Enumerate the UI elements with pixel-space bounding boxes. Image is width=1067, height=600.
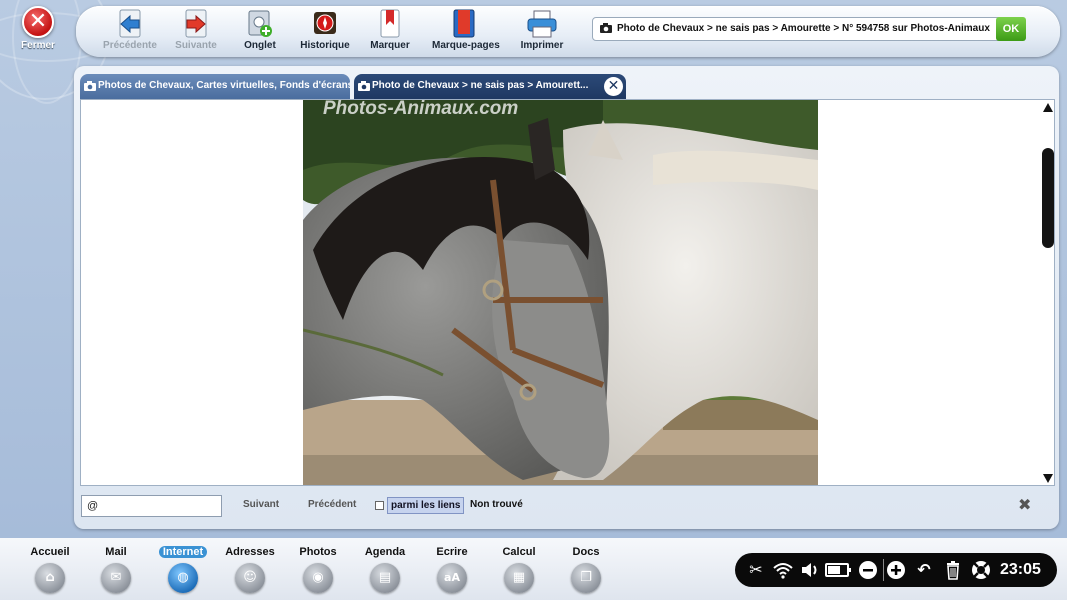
- new-tab-button[interactable]: Onglet: [228, 9, 292, 55]
- calculator-icon: ▦: [504, 563, 534, 593]
- clock: 23:05: [1000, 561, 1041, 578]
- tools-icon[interactable]: ✂: [745, 559, 767, 581]
- print-button[interactable]: Imprimer: [510, 9, 574, 55]
- tab-label: Photo de Chevaux > ne sais pas > Amouret…: [372, 80, 589, 91]
- horse-photo: Photos-Animaux.com: [303, 100, 818, 485]
- dock-label: Adresses: [225, 546, 275, 558]
- dock-agenda[interactable]: Agenda ▤: [352, 542, 418, 593]
- find-next-button[interactable]: Suivant: [243, 499, 279, 510]
- docs-icon: ❐: [571, 563, 601, 593]
- home-icon: ⌂: [35, 563, 65, 593]
- dock-label: Accueil: [30, 546, 70, 558]
- dock-label: Internet: [158, 546, 208, 558]
- tab-photo-amourette[interactable]: Photo de Chevaux > ne sais pas > Amouret…: [354, 74, 626, 99]
- contacts-icon: ☺: [235, 563, 265, 593]
- tab-label: Photos de Chevaux, Cartes virtuelles, Fo…: [98, 80, 350, 91]
- mail-icon: ✉: [101, 563, 131, 593]
- history-compass-icon: [314, 12, 336, 34]
- close-label: Fermer: [21, 40, 55, 51]
- dock-docs[interactable]: Docs ❐: [553, 542, 619, 593]
- go-button[interactable]: OK: [996, 17, 1026, 41]
- camera-favicon-icon: [358, 81, 370, 91]
- vertical-scrollbar[interactable]: [1040, 100, 1054, 485]
- close-find-icon[interactable]: ✖: [1018, 497, 1031, 513]
- tray-divider: [883, 559, 884, 581]
- zoom-out-icon[interactable]: [857, 559, 879, 581]
- back-button[interactable]: Précédente: [98, 9, 162, 55]
- find-bar: @ Suivant Précédent parmi les liens Non …: [80, 493, 1055, 519]
- forward-arrow-icon: [185, 9, 207, 38]
- address-bar[interactable]: Photo de Chevaux > ne sais pas > Amouret…: [592, 17, 999, 41]
- web-content[interactable]: Photos-Animaux.com: [80, 99, 1055, 486]
- dock-accueil[interactable]: Accueil ⌂: [17, 542, 83, 593]
- dock-internet[interactable]: Internet ◍: [150, 542, 216, 593]
- tab-photos-de-chevaux[interactable]: Photos de Chevaux, Cartes virtuelles, Fo…: [80, 74, 350, 99]
- camera-favicon-icon: [600, 23, 612, 33]
- dock-label: Docs: [572, 546, 600, 558]
- camera-icon: ◉: [303, 563, 333, 593]
- bookmark-icon: [380, 9, 400, 38]
- dock-adresses[interactable]: Adresses ☺: [217, 542, 283, 593]
- links-only-checkbox[interactable]: [375, 501, 384, 510]
- app-window: ✕ Fermer Précédente Suivante Onglet Hist…: [0, 0, 1067, 600]
- bookmarks-button[interactable]: Marque-pages: [432, 9, 500, 55]
- new-tab-icon: [248, 10, 272, 37]
- printer-icon: [527, 10, 557, 38]
- system-tray: ✂ ↶ 23:05: [735, 553, 1057, 587]
- close-button[interactable]: ✕ Fermer: [18, 6, 58, 56]
- find-previous-button[interactable]: Précédent: [308, 499, 356, 510]
- forward-button[interactable]: Suivante: [164, 9, 228, 55]
- close-icon: ✕: [22, 6, 54, 38]
- back-arrow-icon: [119, 9, 141, 38]
- dock-label: Ecrire: [436, 546, 468, 558]
- volume-icon[interactable]: [799, 559, 821, 581]
- trash-icon[interactable]: [942, 559, 964, 581]
- new-tab-label: Onglet: [244, 40, 276, 51]
- find-status: Non trouvé: [470, 499, 523, 510]
- scroll-up-icon[interactable]: [1043, 103, 1053, 112]
- find-input[interactable]: @: [81, 495, 222, 517]
- bookmarks-label: Marque-pages: [432, 40, 500, 51]
- zoom-in-icon[interactable]: [885, 559, 907, 581]
- help-lifebuoy-icon[interactable]: [970, 559, 992, 581]
- history-label: Historique: [300, 40, 350, 51]
- close-tab-icon[interactable]: ✕: [604, 77, 623, 96]
- history-button[interactable]: Historique: [293, 9, 357, 55]
- scroll-down-icon[interactable]: [1043, 474, 1053, 483]
- print-label: Imprimer: [520, 40, 564, 51]
- links-only-label[interactable]: parmi les liens: [387, 497, 465, 514]
- browser-toolbar: Précédente Suivante Onglet Historique Ma…: [76, 6, 1060, 57]
- back-label: Précédente: [103, 40, 157, 51]
- scroll-thumb[interactable]: [1042, 148, 1054, 248]
- horses-image: Photos-Animaux.com: [303, 100, 818, 485]
- bookmark-button[interactable]: Marquer: [358, 9, 422, 55]
- forward-label: Suivante: [175, 40, 217, 51]
- dock-calcul[interactable]: Calcul ▦: [486, 542, 552, 593]
- bookmark-label: Marquer: [370, 40, 410, 51]
- watermark-text: Photos-Animaux.com: [323, 100, 518, 119]
- globe-icon: ◍: [168, 563, 198, 593]
- dock-mail[interactable]: Mail ✉: [83, 542, 149, 593]
- wifi-icon[interactable]: [772, 559, 794, 581]
- write-icon: aA: [437, 563, 467, 593]
- address-text: Photo de Chevaux > ne sais pas > Amouret…: [617, 23, 990, 34]
- dock-photos[interactable]: Photos ◉: [285, 542, 351, 593]
- dock-label: Agenda: [364, 546, 406, 558]
- battery-icon[interactable]: [825, 559, 853, 581]
- dock-label: Photos: [299, 546, 337, 558]
- undo-icon[interactable]: ↶: [913, 559, 935, 581]
- dock-ecrire[interactable]: Ecrire aA: [419, 542, 485, 593]
- dock-label: Calcul: [502, 546, 536, 558]
- agenda-icon: ▤: [370, 563, 400, 593]
- bookmarks-book-icon: [453, 9, 475, 38]
- dock-label: Mail: [105, 546, 127, 558]
- camera-favicon-icon: [84, 81, 96, 91]
